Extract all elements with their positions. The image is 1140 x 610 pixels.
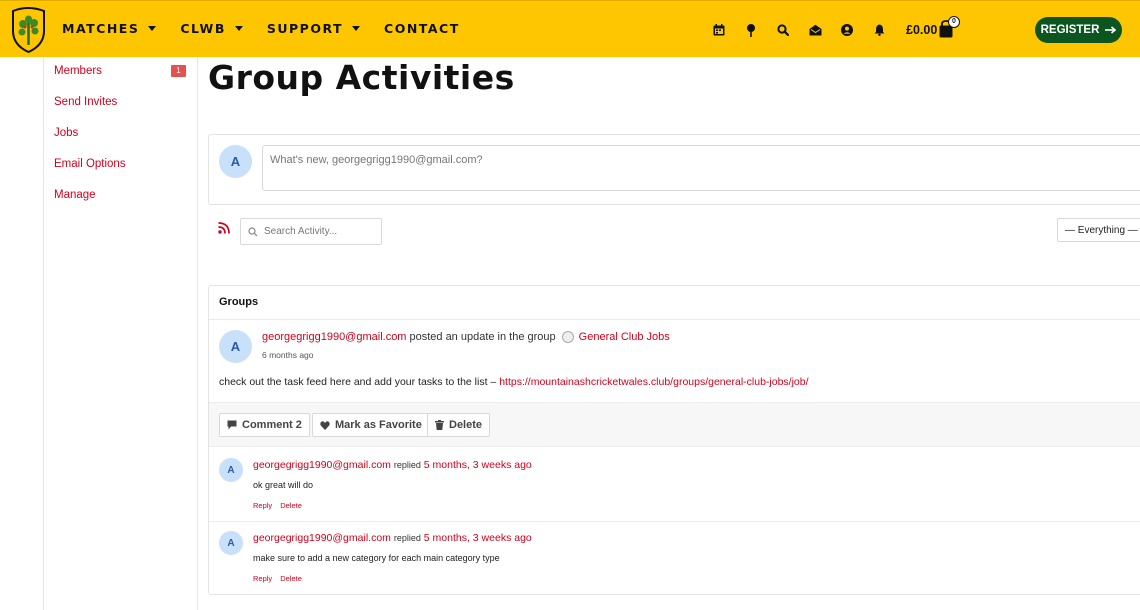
arrow-right-icon [1105,26,1117,34]
chevron-down-icon [352,26,361,31]
activity-timestamp[interactable]: 6 months ago [262,350,314,360]
cart-total[interactable]: £0.00 [906,23,937,37]
avatar[interactable]: A [219,330,252,363]
whats-new-form: A What's new, georgegrigg1990@gmail.com? [208,134,1140,205]
activity-header: georgegrigg1990@gmail.com posted an upda… [262,331,670,343]
register-button[interactable]: REGISTER [1035,17,1122,43]
reply-author-link[interactable]: georgegrigg1990@gmail.com [253,532,391,544]
divider [209,319,1140,320]
reply-author-link[interactable]: georgegrigg1990@gmail.com [253,459,391,471]
search-placeholder: Search Activity... [264,226,338,237]
cart-count-badge: 0 [948,16,960,28]
reply-link[interactable]: Reply [253,501,272,510]
register-label: REGISTER [1040,24,1100,36]
activity-action-text: posted an update in the group [409,331,556,343]
reply-timestamp[interactable]: 5 months, 3 weeks ago [424,532,532,544]
nav-support[interactable]: SUPPORT [266,21,361,36]
reply-verb: replied [393,533,421,543]
reply-link[interactable]: Reply [253,574,272,583]
activity-item: Groups A georgegrigg1990@gmail.com poste… [208,285,1140,595]
envelope-icon[interactable] [799,21,831,39]
comment-button-label: Comment 2 [242,419,302,431]
search-icon[interactable] [767,21,799,39]
chevron-down-icon [148,26,157,31]
divider [209,521,1140,522]
main-nav: MATCHES CLWB SUPPORT CONTACT [62,21,484,36]
avatar[interactable]: A [219,458,243,482]
trash-icon [435,420,444,430]
activity-content-text: check out the task feed here and add you… [219,376,497,388]
activity-filter-select[interactable]: — Everything — [1057,218,1140,242]
heart-icon [320,420,330,430]
page-title: Group Activities [208,58,515,97]
chevron-down-icon [234,26,243,31]
reply-text: make sure to add a new category for each… [253,553,500,563]
club-crest-logo[interactable] [10,7,47,53]
sidebar-item-send-invites[interactable]: Send Invites [54,96,117,108]
nav-matches-label: MATCHES [62,21,140,36]
calendar-icon[interactable] [703,21,735,39]
search-activity-input[interactable]: Search Activity... [240,218,382,245]
delete-button-label: Delete [449,419,483,431]
sidebar-item-members[interactable]: Members [54,65,102,77]
bell-icon[interactable] [863,21,895,39]
map-pin-icon[interactable] [735,21,767,39]
comment-icon [227,420,237,430]
delete-reply-link[interactable]: Delete [280,501,302,510]
favorite-button-label: Mark as Favorite [335,419,422,431]
activity-content-link[interactable]: https://mountainashcricketwales.club/gro… [499,376,808,388]
activity-section-label: Groups [219,296,259,308]
avatar[interactable]: A [219,145,252,178]
site-header: MATCHES CLWB SUPPORT CONTACT £0.00 0 REG… [0,0,1140,57]
header-icons [703,21,895,39]
reply-header: georgegrigg1990@gmail.com replied 5 mont… [253,532,532,544]
nav-clwb-label: CLWB [180,21,226,36]
reply-text: ok great will do [253,480,314,490]
activity-action-bar: Comment 2 Mark as Favorite Delete [209,402,1140,447]
activity-content: check out the task feed here and add you… [219,376,809,388]
rss-feed-icon[interactable] [218,222,230,234]
nav-matches[interactable]: MATCHES [62,21,157,36]
nav-contact-label: CONTACT [384,21,460,36]
sidebar-item-manage[interactable]: Manage [54,189,96,201]
delete-reply-link[interactable]: Delete [280,574,302,583]
author-link[interactable]: georgegrigg1990@gmail.com [262,331,406,343]
members-count-badge: 1 [171,65,186,77]
reply-timestamp[interactable]: 5 months, 3 weeks ago [424,459,532,471]
mark-as-favorite-button[interactable]: Mark as Favorite [312,413,430,437]
reply-header: georgegrigg1990@gmail.com replied 5 mont… [253,459,532,471]
reply-actions: Reply Delete [253,574,302,583]
group-sidebar: Members 1 Send Invites Jobs Email Option… [43,57,198,610]
user-circle-icon[interactable] [831,21,863,39]
group-avatar-icon [561,331,574,343]
search-icon [248,226,258,236]
sidebar-item-jobs[interactable]: Jobs [54,127,78,139]
reply-actions: Reply Delete [253,501,302,510]
delete-button[interactable]: Delete [427,413,491,437]
nav-contact[interactable]: CONTACT [384,21,460,36]
nav-support-label: SUPPORT [266,21,344,36]
avatar[interactable]: A [219,531,243,555]
comment-button[interactable]: Comment 2 [219,413,310,437]
reply-verb: replied [393,460,421,470]
sidebar-item-email-options[interactable]: Email Options [54,158,126,170]
nav-clwb[interactable]: CLWB [180,21,243,36]
group-link[interactable]: General Club Jobs [579,331,670,343]
whats-new-textarea[interactable]: What's new, georgegrigg1990@gmail.com? [262,145,1140,191]
